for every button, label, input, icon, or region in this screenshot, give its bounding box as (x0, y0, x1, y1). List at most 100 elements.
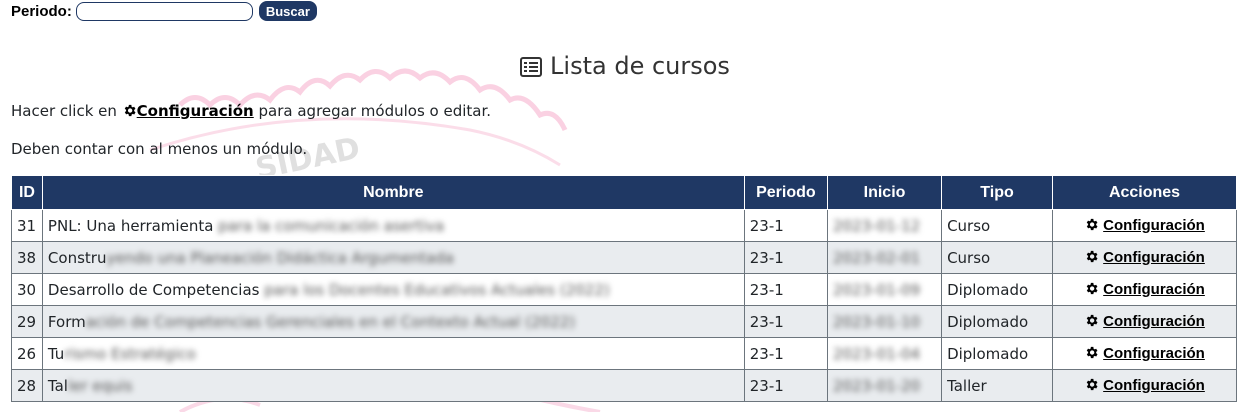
list-alt-icon (520, 55, 543, 83)
cell-name: Desarrollo de Competencias para los Doce… (41, 273, 745, 306)
instruction-prefix: Hacer click en (11, 102, 122, 120)
name-redacted: yendo una Planeación Didáctica Argumenta… (106, 248, 454, 267)
cell-start: 2023-01-20 (826, 369, 943, 402)
name-redacted: para la comunicación asertiva (213, 216, 445, 235)
row-configuration-link[interactable]: Configuración (1084, 377, 1205, 394)
gear-icon (1084, 249, 1099, 268)
cell-type: Curso (941, 241, 1054, 274)
cell-start: 2023-01-09 (826, 273, 943, 306)
cell-id: 29 (11, 305, 43, 338)
start-redacted: 2023-01-04 (833, 344, 921, 363)
search-button[interactable]: Buscar (258, 1, 317, 21)
cell-actions: Configuración (1052, 305, 1237, 338)
table-header-row: ID Nombre Periodo Inicio Tipo Acciones (11, 175, 1237, 210)
cell-start: 2023-01-12 (826, 209, 943, 242)
action-label: Configuración (1103, 312, 1205, 330)
cell-name: Construyendo una Planeación Didáctica Ar… (41, 241, 745, 274)
action-label: Configuración (1103, 376, 1205, 394)
gear-icon (1084, 377, 1099, 396)
name-redacted: ación de Competencias Gerenciales en el … (85, 312, 576, 331)
name-text: Tu (47, 344, 65, 363)
header-name: Nombre (41, 175, 745, 210)
configuration-link-label: Configuración (136, 102, 254, 120)
cell-period: 23-1 (743, 209, 829, 242)
cell-actions: Configuración (1052, 273, 1237, 306)
cell-id: 30 (11, 273, 43, 306)
start-redacted: 2023-01-20 (833, 376, 921, 395)
table-row: 28 Taller equis 23-1 2023-01-20 Taller C… (11, 369, 1237, 402)
instruction-line-2: Deben contar con al menos un módulo. (11, 140, 308, 158)
cell-name: Formación de Competencias Gerenciales en… (41, 305, 745, 338)
cell-actions: Configuración (1052, 369, 1237, 402)
table-row: 30 Desarrollo de Competencias para los D… (11, 273, 1237, 306)
start-redacted: 2023-01-09 (833, 280, 921, 299)
action-label: Configuración (1103, 248, 1205, 266)
action-label: Configuración (1103, 216, 1205, 234)
row-configuration-link[interactable]: Configuración (1084, 313, 1205, 330)
cell-type: Taller (941, 369, 1054, 402)
configuration-link[interactable]: Configuración (122, 102, 254, 120)
cell-period: 23-1 (743, 241, 829, 274)
action-label: Configuración (1103, 344, 1205, 362)
row-configuration-link[interactable]: Configuración (1084, 281, 1205, 298)
courses-table: ID Nombre Periodo Inicio Tipo Acciones 3… (11, 175, 1237, 402)
instruction-suffix: para agregar módulos o editar. (253, 102, 492, 120)
cell-id: 26 (11, 337, 43, 370)
name-text: Form (47, 312, 86, 331)
name-redacted: para los Docentes Educativos Actuales (2… (264, 280, 610, 299)
search-bar: Periodo: Buscar (11, 1, 317, 21)
name-redacted: rismo Estratégico (64, 344, 196, 363)
table-row: 38 Construyendo una Planeación Didáctica… (11, 241, 1237, 274)
page-title-text: Lista de cursos (550, 52, 730, 80)
name-text: PNL: Una herramienta (47, 216, 214, 235)
table-row: 29 Formación de Competencias Gerenciales… (11, 305, 1237, 338)
period-search-input[interactable] (75, 1, 253, 21)
action-label: Configuración (1103, 280, 1205, 298)
start-redacted: 2023-01-12 (833, 216, 921, 235)
header-actions: Acciones (1052, 175, 1237, 210)
name-text: Tal (47, 376, 68, 395)
cell-type: Diplomado (941, 305, 1054, 338)
row-configuration-link[interactable]: Configuración (1084, 345, 1205, 362)
row-configuration-link[interactable]: Configuración (1084, 249, 1205, 266)
table-row: 26 Turismo Estratégico 23-1 2023-01-04 D… (11, 337, 1237, 370)
gear-icon (1084, 281, 1099, 300)
gear-icon (122, 103, 137, 122)
name-text: Desarrollo de Competencias (47, 280, 265, 299)
cell-id: 31 (11, 209, 43, 242)
cell-type: Diplomado (941, 273, 1054, 306)
cell-period: 23-1 (743, 305, 829, 338)
cell-name: Turismo Estratégico (41, 337, 745, 370)
header-id: ID (11, 175, 43, 210)
cell-actions: Configuración (1052, 209, 1237, 242)
cell-name: PNL: Una herramienta para la comunicació… (41, 209, 745, 242)
start-redacted: 2023-01-10 (833, 312, 921, 331)
name-text: Constru (47, 248, 107, 267)
start-redacted: 2023-02-01 (833, 248, 921, 267)
row-configuration-link[interactable]: Configuración (1084, 217, 1205, 234)
cell-type: Curso (941, 209, 1054, 242)
cell-id: 38 (11, 241, 43, 274)
cell-actions: Configuración (1052, 241, 1237, 274)
header-type: Tipo (941, 175, 1054, 210)
header-start: Inicio (826, 175, 943, 210)
cell-actions: Configuración (1052, 337, 1237, 370)
cell-type: Diplomado (941, 337, 1054, 370)
page-title: Lista de cursos (0, 52, 1242, 83)
header-period: Periodo (743, 175, 829, 210)
cell-name: Taller equis (41, 369, 745, 402)
search-label: Periodo: (11, 2, 72, 20)
gear-icon (1084, 217, 1099, 236)
table-row: 31 PNL: Una herramienta para la comunica… (11, 209, 1237, 242)
name-redacted: ler equis (67, 376, 133, 395)
cell-id: 28 (11, 369, 43, 402)
instruction-line-1: Hacer click en Configuración para agrega… (11, 102, 491, 122)
cell-start: 2023-02-01 (826, 241, 943, 274)
gear-icon (1084, 345, 1099, 364)
cell-start: 2023-01-10 (826, 305, 943, 338)
cell-start: 2023-01-04 (826, 337, 943, 370)
cell-period: 23-1 (743, 369, 829, 402)
cell-period: 23-1 (743, 273, 829, 306)
cell-period: 23-1 (743, 337, 829, 370)
gear-icon (1084, 313, 1099, 332)
